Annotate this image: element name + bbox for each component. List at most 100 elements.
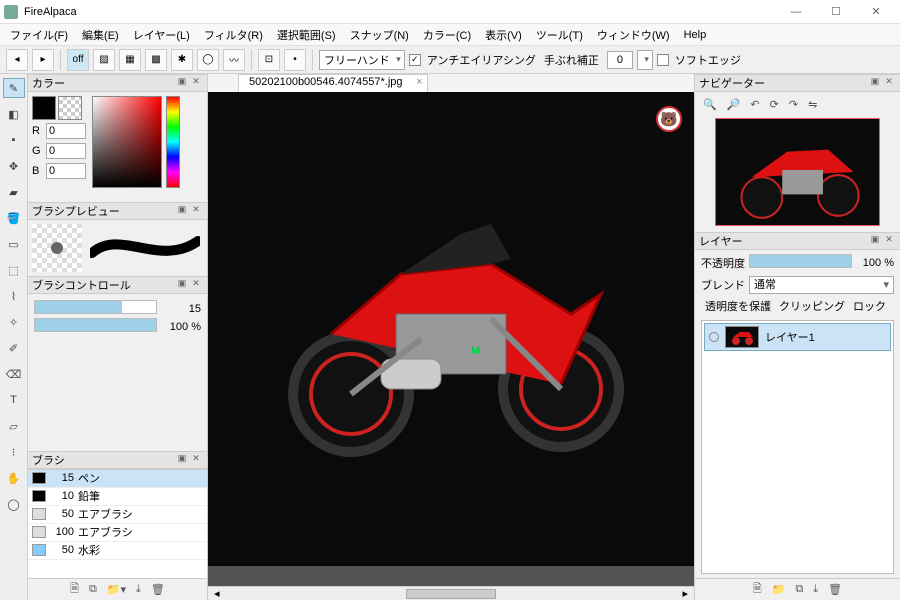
delete-brush-icon[interactable]: 🗑 [151,583,165,596]
close-icon[interactable]: ✕ [189,204,203,218]
navigator-panel-header[interactable]: ナビゲーター ▣ ✕ [695,74,900,92]
menu-help[interactable]: Help [678,27,713,43]
blend-mode-combo[interactable]: 通常 [749,276,894,294]
select-rect-tool-icon[interactable]: ⬚ [3,260,25,280]
eyedropper-tool-icon[interactable]: ⁝ [3,442,25,462]
canvas-h-scrollbar[interactable]: ◂ ▸ [208,586,694,600]
add-brush-icon[interactable]: 🗎 [70,580,79,599]
undock-icon[interactable]: ▣ [175,453,189,467]
close-icon[interactable]: ✕ [189,453,203,467]
assistant-avatar-icon[interactable]: 🐻 [656,106,682,132]
layer-row[interactable]: レイヤー1 [704,323,891,351]
fill-tool-icon[interactable]: ▰ [3,182,25,202]
snap-dot-icon[interactable]: • [284,49,306,71]
softedge-checkbox[interactable] [657,54,669,66]
delete-layer-icon[interactable]: 🗑 [828,583,842,596]
menu-color[interactable]: カラー(C) [417,25,477,45]
scroll-left-icon[interactable]: ◂ [208,587,226,600]
folder-brush-icon[interactable]: 📁▾ [107,583,126,596]
antialias-checkbox[interactable]: ✓ [409,54,421,66]
brush-list-item[interactable]: 10 鉛筆 [28,488,207,506]
object-tool-icon[interactable]: ◯ [3,494,25,514]
minimize-button[interactable]: — [776,1,816,23]
stabilizer-dropdown[interactable] [637,50,653,70]
bucket-tool-icon[interactable]: 🪣 [3,208,25,228]
undock-icon[interactable]: ▣ [175,204,189,218]
brushlist-panel-header[interactable]: ブラシ ▣ ✕ [28,451,207,469]
rotate-right-icon[interactable]: ↷ [789,98,798,111]
snap-vanish-icon[interactable]: ⊡ [258,49,280,71]
layer-visibility-icon[interactable] [709,332,719,342]
menu-window[interactable]: ウィンドウ(W) [591,25,676,45]
menu-layer[interactable]: レイヤー(L) [127,25,196,45]
select-pen-tool-icon[interactable]: ✐ [3,338,25,358]
snap-grid1-icon[interactable]: ▨ [93,49,115,71]
foreground-swatch[interactable] [32,96,56,120]
brush-list-item[interactable]: 50 水彩 [28,542,207,560]
layers-panel-header[interactable]: レイヤー ▣ ✕ [695,232,900,250]
r-input[interactable] [46,123,86,139]
brush-list-item[interactable]: 50 エアブラシ [28,506,207,524]
new-layer-icon[interactable]: 🗎 [753,580,762,599]
stroke-mode-combo[interactable]: フリーハンド [319,50,405,70]
close-icon[interactable]: ✕ [882,234,896,248]
merge-layer-icon[interactable]: ⤓ [813,583,818,596]
save-brush-icon[interactable]: ⤓ [136,583,141,596]
b-input[interactable] [46,163,86,179]
snap-radial-icon[interactable]: ✱ [171,49,193,71]
maximize-button[interactable]: ☐ [816,1,856,23]
menu-edit[interactable]: 編集(E) [76,25,125,45]
dupe-brush-icon[interactable]: ⧉ [89,583,97,596]
close-icon[interactable]: ✕ [189,76,203,90]
document-tab[interactable]: 50202100b00546.4074557*.jpg × [238,74,428,92]
move-tool-icon[interactable]: ✥ [3,156,25,176]
prev-button[interactable]: ◂ [6,49,28,71]
new-folder-icon[interactable]: 📁 [772,583,786,596]
canvas-viewport[interactable]: 🐻 M [208,92,694,586]
layer-opacity-slider[interactable] [749,254,852,268]
menu-tool[interactable]: ツール(T) [530,25,589,45]
close-icon[interactable]: ✕ [189,278,203,292]
next-button[interactable]: ▸ [32,49,54,71]
select-lasso-tool-icon[interactable]: ⌇ [3,286,25,306]
zoom-out-icon[interactable]: 🔎 [727,98,741,111]
brush-opacity-slider[interactable] [34,318,157,332]
scrollbar-thumb[interactable] [406,589,496,599]
snap-diag-icon[interactable]: ▩ [145,49,167,71]
navigator-thumbnail[interactable] [715,118,880,226]
snap-ellipse-icon[interactable]: ◯ [197,49,219,71]
tab-close-icon[interactable]: × [416,76,422,88]
brush-tool-icon[interactable]: ✎ [3,78,25,98]
g-input[interactable] [46,143,86,159]
saturation-picker[interactable] [92,96,162,188]
stabilizer-value[interactable]: 0 [607,51,633,69]
scroll-right-icon[interactable]: ▸ [676,587,694,600]
snap-curve-icon[interactable]: 〰 [223,49,245,71]
menu-filter[interactable]: フィルタ(R) [198,25,269,45]
menu-file[interactable]: ファイル(F) [4,25,74,45]
zoom-in-icon[interactable]: 🔍 [703,98,717,111]
snap-off-icon[interactable]: off [67,49,89,71]
rotate-left-icon[interactable]: ↶ [750,98,759,111]
menu-snap[interactable]: スナップ(N) [344,25,415,45]
menu-select[interactable]: 選択範囲(S) [271,25,342,45]
dupe-layer-icon[interactable]: ⧉ [795,583,803,596]
undock-icon[interactable]: ▣ [175,278,189,292]
undock-icon[interactable]: ▣ [868,234,882,248]
text-tool-icon[interactable]: T [3,390,25,410]
select-erase-tool-icon[interactable]: ⌫ [3,364,25,384]
gradient-tool-icon[interactable]: ▭ [3,234,25,254]
undock-icon[interactable]: ▣ [868,76,882,90]
close-icon[interactable]: ✕ [882,76,896,90]
flip-icon[interactable]: ⇋ [808,98,817,111]
brushcontrol-panel-header[interactable]: ブラシコントロール ▣ ✕ [28,276,207,294]
background-swatch[interactable] [58,96,82,120]
brushpreview-panel-header[interactable]: ブラシプレビュー ▣ ✕ [28,202,207,220]
close-button[interactable]: ✕ [856,1,896,23]
wand-tool-icon[interactable]: ✧ [3,312,25,332]
hand-tool-icon[interactable]: ✋ [3,468,25,488]
divide-tool-icon[interactable]: ▱ [3,416,25,436]
brush-list-item[interactable]: 15 ペン [28,470,207,488]
brush-size-slider[interactable] [34,300,157,314]
color-panel-header[interactable]: カラー ▣ ✕ [28,74,207,92]
